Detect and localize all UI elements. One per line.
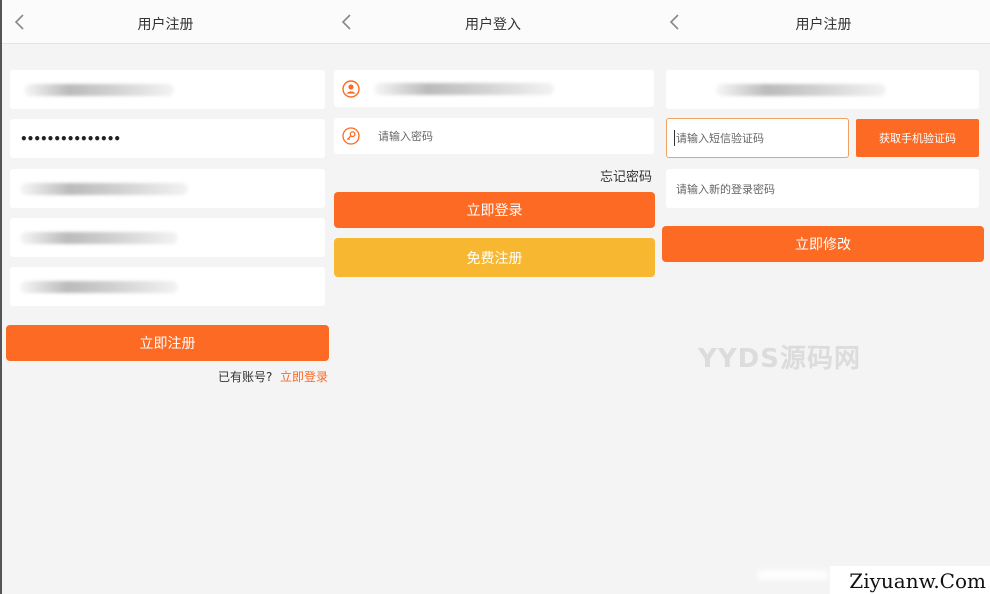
password-mask: •••••••••••••••: [20, 131, 121, 146]
have-account-label: 已有账号?: [218, 370, 273, 384]
blurred-value: [374, 83, 554, 95]
login-screen: 用户登入 请输入密码 忘记密码 立即登录 免费注册: [329, 0, 657, 594]
register-field-4[interactable]: [10, 218, 325, 257]
blurred-value: [20, 183, 188, 195]
login-password-field[interactable]: 请输入密码: [334, 118, 654, 154]
blurred-value: [20, 232, 178, 244]
register-title: 用户注册: [137, 17, 194, 33]
register-screen: 用户注册 ••••••••••••••• 立即注册 已有账号? 立即登录: [0, 0, 329, 594]
user-icon: [342, 79, 360, 98]
register-username-field[interactable]: [10, 70, 325, 109]
new-password-field[interactable]: 请输入新的登录密码: [666, 169, 979, 208]
login-link[interactable]: 立即登录: [280, 368, 328, 385]
reset-screen: 用户注册 请输入短信验证码 获取手机验证码 请输入新的登录密码 立即修改: [657, 0, 990, 594]
sms-code-input[interactable]: 请输入短信验证码: [666, 118, 849, 158]
corner-smudge: [758, 570, 828, 580]
free-register-button[interactable]: 免费注册: [334, 238, 655, 277]
blurred-value: [716, 84, 886, 96]
blurred-value: [24, 84, 174, 96]
reset-nav-bar: 用户注册: [657, 0, 990, 44]
register-phone-field[interactable]: [10, 169, 325, 208]
login-password-placeholder: 请输入密码: [378, 130, 433, 143]
register-password-field[interactable]: •••••••••••••••: [10, 119, 325, 158]
watermark-text: YYDS源码网: [698, 344, 861, 374]
key-icon: [342, 127, 360, 145]
site-mark-box: Ziyuanw.Com: [830, 566, 990, 594]
get-sms-code-button[interactable]: 获取手机验证码: [856, 119, 979, 157]
blurred-value: [20, 281, 178, 293]
login-nav-bar: 用户登入: [329, 0, 657, 44]
sms-code-placeholder: 请输入短信验证码: [674, 130, 764, 146]
login-title: 用户登入: [465, 17, 521, 33]
login-submit-button[interactable]: 立即登录: [334, 192, 655, 228]
register-nav-bar: 用户注册: [2, 0, 329, 44]
forgot-password-link[interactable]: 忘记密码: [600, 166, 652, 185]
reset-submit-button[interactable]: 立即修改: [662, 226, 984, 262]
register-submit-button[interactable]: 立即注册: [6, 325, 329, 361]
reset-title: 用户注册: [795, 17, 852, 33]
new-password-placeholder: 请输入新的登录密码: [676, 182, 775, 196]
login-username-field[interactable]: [334, 70, 654, 107]
register-field-5[interactable]: [10, 267, 325, 306]
site-mark-text: Ziyuanw.Com: [849, 569, 986, 593]
reset-phone-field[interactable]: [666, 70, 979, 109]
